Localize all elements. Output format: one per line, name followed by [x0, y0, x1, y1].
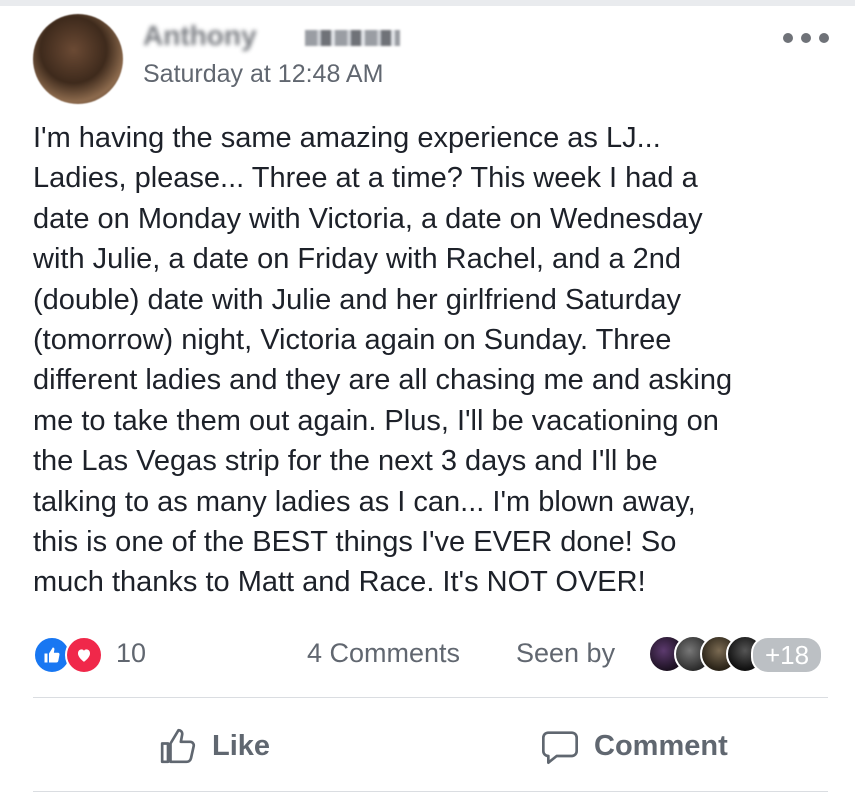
author-avatar[interactable]: [33, 14, 123, 104]
seen-by-label[interactable]: Seen by: [516, 638, 615, 669]
seen-by-avatars[interactable]: +18: [648, 634, 828, 674]
reaction-icons[interactable]: [33, 636, 111, 674]
action-divider: [33, 697, 828, 698]
reactions-row: 10 4 Comments Seen by +18: [33, 634, 828, 676]
thumbs-up-icon: [160, 728, 196, 764]
redacted-name-block: [305, 30, 400, 46]
post-timestamp[interactable]: Saturday at 12:48 AM: [143, 60, 383, 89]
comment-bubble-icon: [542, 731, 578, 764]
author-name[interactable]: Anthony: [143, 20, 257, 54]
comments-count[interactable]: 4 Comments: [307, 638, 460, 669]
like-button-label: Like: [212, 729, 271, 762]
more-options-icon[interactable]: [783, 30, 829, 46]
seen-by-more-badge[interactable]: +18: [751, 636, 824, 674]
post-body: I'm having the same amazing experience a…: [33, 122, 733, 599]
love-icon: [65, 636, 103, 674]
reaction-count[interactable]: 10: [116, 638, 146, 669]
comment-button-label: Comment: [594, 729, 728, 762]
comment-button[interactable]: Comment: [540, 718, 728, 774]
bottom-separator: [33, 791, 828, 792]
top-separator: [0, 0, 855, 6]
like-button[interactable]: Like: [158, 718, 270, 774]
